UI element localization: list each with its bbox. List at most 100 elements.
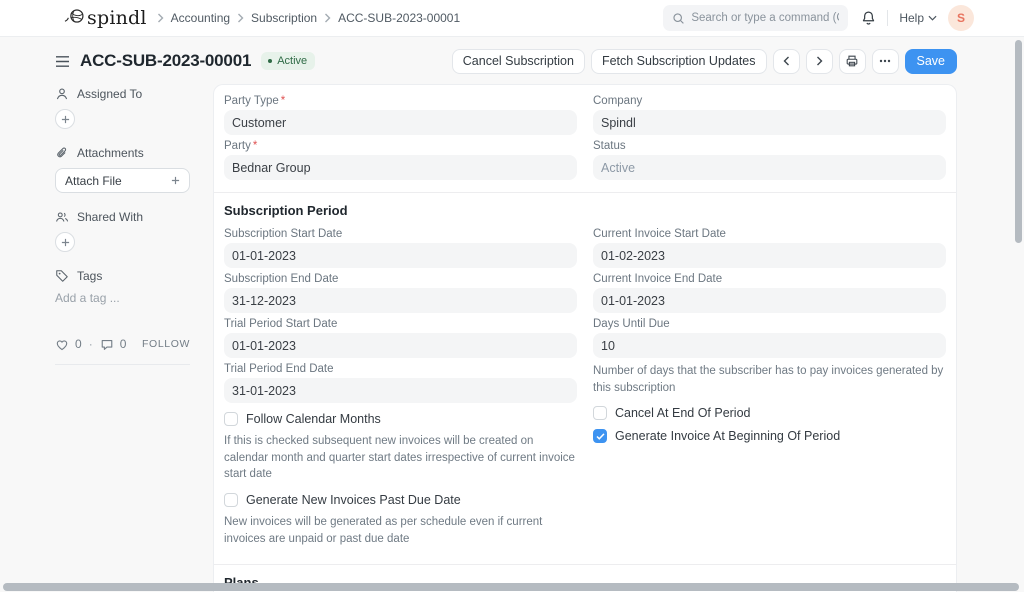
trial-period-start-date-input[interactable] — [224, 333, 577, 358]
trial-period-start-date-label: Trial Period Start Date — [224, 318, 338, 330]
required-marker: * — [280, 95, 286, 107]
divider — [887, 10, 889, 26]
follow-button[interactable]: Follow — [142, 338, 190, 350]
notification-bell-icon[interactable] — [861, 10, 876, 26]
cancel-at-end-of-period-checkbox[interactable] — [593, 406, 607, 421]
logo-text: spindl — [87, 7, 147, 29]
users-icon — [55, 210, 69, 224]
paperclip-icon — [55, 146, 69, 160]
breadcrumb-subscription[interactable]: Subscription — [251, 11, 317, 25]
party-field: Party * — [224, 140, 577, 180]
chevron-right-icon — [157, 13, 164, 23]
add-share-button[interactable] — [55, 232, 75, 252]
sidebar-divider — [55, 364, 190, 365]
current-invoice-end-date-label: Current Invoice End Date — [593, 273, 723, 285]
follow-calendar-months-help: If this is checked subsequent new invoic… — [224, 435, 575, 481]
search-input[interactable] — [691, 12, 840, 24]
sidebar-toggle-icon[interactable] — [55, 55, 70, 68]
avatar[interactable]: S — [948, 5, 974, 31]
attach-file-button[interactable]: Attach File — [55, 168, 190, 193]
horizontal-scrollbar[interactable] — [3, 583, 1019, 591]
page-title: ACC-SUB-2023-00001 — [80, 51, 252, 70]
party-type-input[interactable] — [224, 110, 577, 135]
page-body: Assigned To Attachments Attach File Shar… — [55, 84, 957, 592]
cancel-subscription-button[interactable]: Cancel Subscription — [451, 48, 585, 74]
app-logo[interactable]: spindl — [64, 7, 147, 29]
trial-period-end-date-field: Trial Period End Date — [224, 363, 577, 403]
tag-icon — [55, 269, 69, 283]
chevron-down-icon — [928, 15, 937, 21]
follow-calendar-months-label: Follow Calendar Months — [246, 412, 381, 426]
help-menu[interactable]: Help — [899, 11, 937, 25]
save-button[interactable]: Save — [904, 48, 957, 74]
status-badge: Active — [261, 52, 316, 70]
previous-document-button[interactable] — [772, 48, 800, 74]
current-invoice-start-date-field: Current Invoice Start Date — [593, 228, 946, 268]
party-type-field: Party Type * — [224, 95, 577, 135]
form-card: Party Type* Party* Company — [213, 84, 957, 592]
subscription-end-date-input[interactable] — [224, 288, 577, 313]
party-label: Party * — [224, 140, 258, 152]
party-input[interactable] — [224, 155, 577, 180]
trial-period-end-date-input[interactable] — [224, 378, 577, 403]
global-search[interactable] — [663, 5, 849, 31]
vertical-scrollbar[interactable] — [1015, 40, 1022, 243]
user-icon — [55, 87, 69, 101]
print-button[interactable] — [838, 48, 866, 74]
printer-icon — [845, 54, 859, 68]
ellipsis-icon — [879, 59, 891, 63]
attachments-label: Attachments — [77, 146, 144, 160]
comment-icon[interactable] — [100, 338, 114, 351]
status-input[interactable] — [593, 155, 946, 180]
navbar-right: Help S — [861, 5, 974, 31]
subscription-detail-page: spindl Accounting Subscription ACC-SUB-2… — [0, 0, 1024, 592]
generate-new-invoices-past-due-checkbox[interactable] — [224, 493, 238, 508]
subscription-end-date-field: Subscription End Date — [224, 273, 577, 313]
menu-button[interactable] — [871, 48, 899, 74]
generate-invoice-at-beginning-checkbox[interactable] — [593, 429, 607, 444]
trial-period-start-date-field: Trial Period Start Date — [224, 318, 577, 358]
spindl-logo-icon — [64, 8, 85, 29]
cancel-at-end-of-period-checkbox-row[interactable]: Cancel At End Of Period — [593, 406, 946, 421]
days-until-due-help: Number of days that the subscriber has t… — [593, 365, 944, 394]
current-invoice-end-date-input[interactable] — [593, 288, 946, 313]
subscription-start-date-field: Subscription Start Date — [224, 228, 577, 268]
shared-with-label: Shared With — [77, 210, 144, 224]
generate-new-invoices-past-due-checkbox-row[interactable]: Generate New Invoices Past Due Date — [224, 493, 577, 508]
form-sidebar: Assigned To Attachments Attach File Shar… — [55, 84, 190, 365]
search-icon — [672, 12, 685, 25]
breadcrumb-accounting[interactable]: Accounting — [171, 11, 230, 25]
attachments-section: Attachments — [55, 146, 190, 160]
like-count: 0 — [75, 337, 82, 351]
chevron-right-icon — [237, 13, 244, 23]
current-invoice-start-date-input[interactable] — [593, 243, 946, 268]
details-section: Party Type* Party* Company — [224, 95, 946, 185]
section-divider — [214, 192, 956, 193]
subscription-start-date-input[interactable] — [224, 243, 577, 268]
status-badge-label: Active — [277, 55, 308, 67]
status-label: Status — [593, 140, 626, 152]
tags-section: Tags — [55, 269, 190, 283]
navbar: spindl Accounting Subscription ACC-SUB-2… — [0, 0, 1024, 37]
subscription-end-date-label: Subscription End Date — [224, 273, 339, 285]
document-follow-row: 0 · 0 Follow — [55, 337, 190, 351]
heart-icon[interactable] — [55, 338, 69, 351]
follow-calendar-months-checkbox[interactable] — [224, 412, 238, 426]
shared-with-section: Shared With — [55, 210, 190, 224]
breadcrumb: Accounting Subscription ACC-SUB-2023-000… — [157, 11, 460, 25]
subscription-start-date-label: Subscription Start Date — [224, 228, 343, 240]
subscription-period-section: Subscription Start Date Subscription End… — [224, 228, 946, 557]
days-until-due-input[interactable] — [593, 333, 946, 358]
trial-period-end-date-label: Trial Period End Date — [224, 363, 334, 375]
add-assignment-button[interactable] — [55, 109, 75, 129]
add-tag-input[interactable]: Add a tag ... — [55, 291, 190, 305]
required-marker: * — [252, 140, 258, 152]
current-invoice-start-date-label: Current Invoice Start Date — [593, 228, 726, 240]
breadcrumb-current-doc[interactable]: ACC-SUB-2023-00001 — [338, 11, 460, 25]
section-divider — [214, 564, 956, 566]
next-document-button[interactable] — [805, 48, 833, 74]
follow-calendar-months-checkbox-row[interactable]: Follow Calendar Months — [224, 412, 577, 426]
company-input[interactable] — [593, 110, 946, 135]
fetch-subscription-updates-button[interactable]: Fetch Subscription Updates — [590, 48, 767, 74]
generate-invoice-at-beginning-checkbox-row[interactable]: Generate Invoice At Beginning Of Period — [593, 429, 946, 444]
